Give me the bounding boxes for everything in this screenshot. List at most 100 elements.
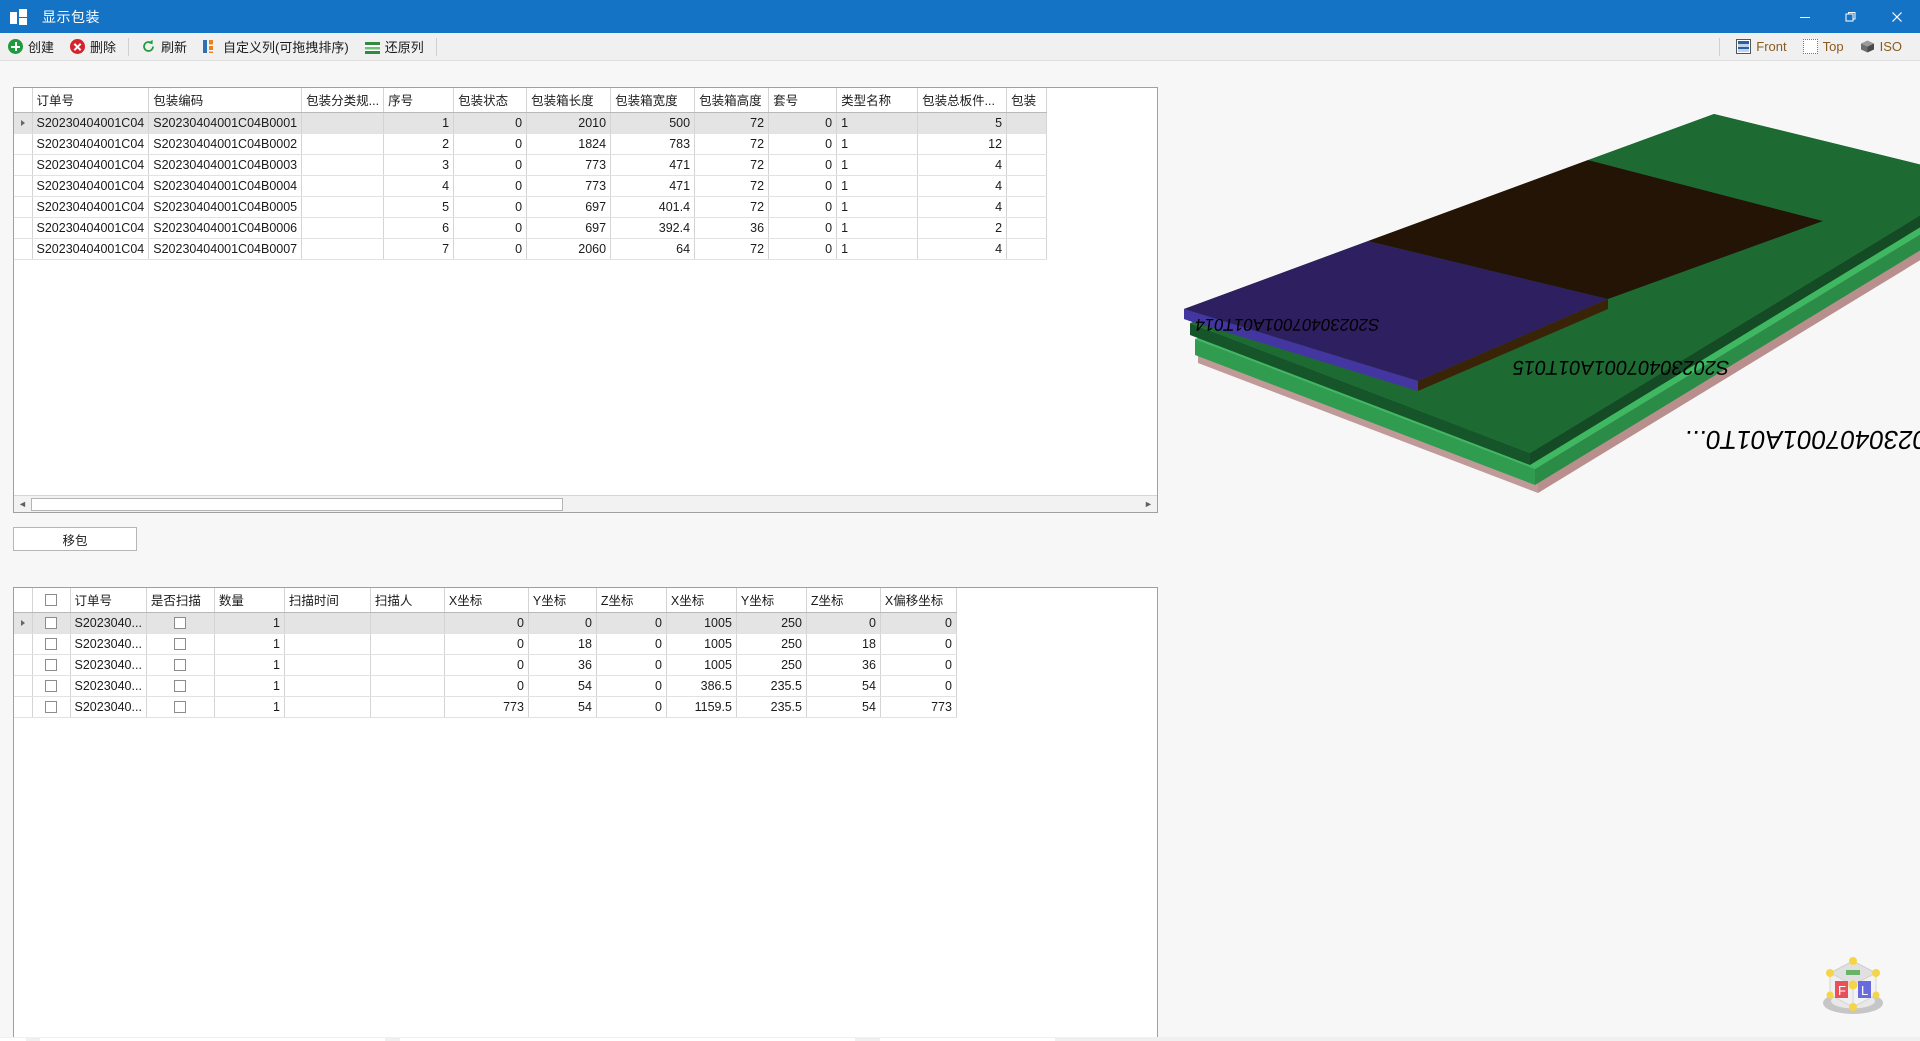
package-grid-cell-box_length[interactable]: 2060 [526, 238, 612, 260]
detail-grid-cell-qty[interactable]: 1 [214, 633, 285, 655]
package-grid-cell-box_width[interactable]: 783 [610, 133, 696, 155]
package-grid-cell-seq[interactable]: 2 [383, 133, 455, 155]
package-grid-cell-set_no[interactable]: 0 [768, 238, 838, 260]
detail-grid-header-x2[interactable]: X坐标 [666, 588, 737, 613]
detail-grid-checkbox[interactable] [174, 659, 187, 672]
package-grid-cell-type_name[interactable]: 1 [836, 133, 919, 155]
package-grid-hscrollbar[interactable]: ◄ ► [14, 495, 1157, 512]
package-grid-header-pack_code[interactable]: 包装编码 [148, 88, 303, 113]
package-grid-cell-box_length[interactable]: 697 [526, 217, 612, 239]
package-grid-cell-pack_state[interactable]: 0 [453, 196, 528, 218]
detail-grid-header-z1[interactable]: Z坐标 [596, 588, 667, 613]
detail-grid-cell-xoff[interactable]: 0 [880, 675, 957, 697]
detail-grid-cell-y2[interactable]: 250 [736, 654, 807, 676]
package-grid-cell-pack_code[interactable]: S20230404001C04B0007 [148, 238, 303, 260]
package-grid-cell-pack_code[interactable]: S20230404001C04B0001 [148, 112, 303, 134]
package-grid-row[interactable]: S20230404001C04 S20230404001C04B0004 4 0 773… [14, 175, 1048, 197]
detail-grid-cell-order_no[interactable]: S2023040... [70, 612, 147, 634]
front-view-button[interactable]: Front [1728, 33, 1794, 61]
detail-grid-cell-check[interactable] [32, 612, 71, 634]
detail-grid-cell-scan_user[interactable] [370, 612, 445, 634]
detail-grid-cell-y1[interactable]: 54 [528, 675, 597, 697]
package-grid-cell-pack_more[interactable] [1006, 238, 1048, 260]
detail-grid-cell-scan_time[interactable] [284, 675, 371, 697]
package-grid-cell-box_height[interactable]: 72 [694, 133, 770, 155]
package-grid-cell-pack_state[interactable]: 0 [453, 175, 528, 197]
package-grid-cell-pack_code[interactable]: S20230404001C04B0004 [148, 175, 303, 197]
package-grid-cell-set_no[interactable]: 0 [768, 217, 838, 239]
detail-grid-checkbox[interactable] [45, 617, 57, 630]
package-grid-cell-box_length[interactable]: 697 [526, 196, 612, 218]
package-grid-cell-type_name[interactable]: 1 [836, 196, 919, 218]
scroll-left-icon[interactable]: ◄ [14, 496, 31, 512]
custom-columns-button[interactable]: 自定义列(可拖拽排序) [195, 33, 357, 61]
package-grid-cell-box_width[interactable]: 500 [610, 112, 696, 134]
package-grid-cell-pack_code[interactable]: S20230404001C04B0006 [148, 217, 303, 239]
close-button[interactable] [1874, 0, 1920, 33]
package-grid-cell-type_name[interactable]: 1 [836, 238, 919, 260]
package-grid-cell-total_panels[interactable]: 4 [917, 238, 1008, 260]
detail-grid-checkbox[interactable] [174, 701, 187, 714]
package-grid-row[interactable]: S20230404001C04 S20230404001C04B0001 1 0 201… [14, 112, 1048, 134]
package-grid-cell-total_panels[interactable]: 2 [917, 217, 1008, 239]
3d-viewport[interactable]: S20230407001A01T014 S20230407001A01T015 … [1168, 61, 1920, 1041]
move-package-button[interactable]: 移包 [13, 527, 137, 551]
detail-grid-cell-x1[interactable]: 0 [444, 654, 529, 676]
package-grid-cell-pack_class_spec[interactable] [301, 175, 385, 197]
detail-grid-header-scan_time[interactable]: 扫描时间 [284, 588, 371, 613]
package-grid-cell-pack_more[interactable] [1006, 196, 1048, 218]
detail-grid-header-xoff[interactable]: X偏移坐标 [880, 588, 957, 613]
detail-grid-cell-scan_time[interactable] [284, 633, 371, 655]
detail-grid-cell-y1[interactable]: 54 [528, 696, 597, 718]
detail-grid-cell-z2[interactable]: 36 [806, 654, 881, 676]
restore-columns-button[interactable]: 还原列 [357, 33, 432, 61]
package-grid-cell-pack_more[interactable] [1006, 133, 1048, 155]
detail-grid-cell-y2[interactable]: 250 [736, 612, 807, 634]
package-grid-cell-pack_class_spec[interactable] [301, 133, 385, 155]
package-grid-cell-pack_more[interactable] [1006, 175, 1048, 197]
package-grid-cell-pack_more[interactable] [1006, 154, 1048, 176]
package-grid-cell-pack_class_spec[interactable] [301, 217, 385, 239]
package-hscroll-thumb[interactable] [31, 497, 563, 511]
detail-grid-cell-scanned[interactable] [146, 633, 215, 655]
detail-grid-header-qty[interactable]: 数量 [214, 588, 285, 613]
package-grid-cell-pack_class_spec[interactable] [301, 238, 385, 260]
detail-grid-cell-x1[interactable]: 0 [444, 612, 529, 634]
detail-grid-header-checkbox[interactable] [45, 594, 57, 607]
detail-grid-cell-order_no[interactable]: S2023040... [70, 675, 147, 697]
detail-grid-cell-z1[interactable]: 0 [596, 654, 667, 676]
package-grid-cell-pack_more[interactable] [1006, 112, 1048, 134]
package-grid-header-box_width[interactable]: 包装箱宽度 [610, 88, 696, 113]
package-grid-header-pack_state[interactable]: 包装状态 [453, 88, 528, 113]
detail-grid-row[interactable]: S2023040... 1 0 36 0 1005 250 36 0 [14, 654, 957, 676]
detail-grid-cell-x1[interactable]: 0 [444, 675, 529, 697]
package-grid-cell-type_name[interactable]: 1 [836, 112, 919, 134]
package-grid-cell-box_width[interactable]: 401.4 [610, 196, 696, 218]
package-grid-cell-seq[interactable]: 7 [383, 238, 455, 260]
detail-grid-cell-z1[interactable]: 0 [596, 675, 667, 697]
view-cube[interactable]: F L [1808, 951, 1898, 1031]
detail-grid-header-order_no[interactable]: 订单号 [70, 588, 147, 613]
package-grid-cell-order_no[interactable]: S20230404001C04 [32, 196, 150, 218]
detail-grid-cell-x1[interactable]: 0 [444, 633, 529, 655]
detail-grid-cell-scan_user[interactable] [370, 633, 445, 655]
scroll-right-icon[interactable]: ► [1140, 496, 1157, 512]
iso-view-button[interactable]: ISO [1852, 33, 1910, 61]
detail-grid-cell-xoff[interactable]: 773 [880, 696, 957, 718]
package-grid-cell-total_panels[interactable]: 5 [917, 112, 1008, 134]
detail-grid-header-check[interactable] [32, 588, 71, 613]
package-grid-cell-order_no[interactable]: S20230404001C04 [32, 175, 150, 197]
detail-grid-checkbox[interactable] [45, 680, 57, 693]
package-grid-cell-type_name[interactable]: 1 [836, 154, 919, 176]
package-grid-cell-box_width[interactable]: 471 [610, 154, 696, 176]
package-grid-cell-pack_class_spec[interactable] [301, 196, 385, 218]
detail-grid-cell-scanned[interactable] [146, 696, 215, 718]
package-grid-cell-box_height[interactable]: 72 [694, 175, 770, 197]
package-grid-cell-box_length[interactable]: 773 [526, 175, 612, 197]
package-grid-cell-order_no[interactable]: S20230404001C04 [32, 217, 150, 239]
detail-grid-header-scanned[interactable]: 是否扫描 [146, 588, 215, 613]
detail-grid-cell-xoff[interactable]: 0 [880, 633, 957, 655]
detail-grid-row[interactable]: S2023040... 1 0 18 0 1005 250 18 0 [14, 633, 957, 655]
package-grid-cell-seq[interactable]: 6 [383, 217, 455, 239]
minimize-button[interactable] [1782, 0, 1828, 33]
